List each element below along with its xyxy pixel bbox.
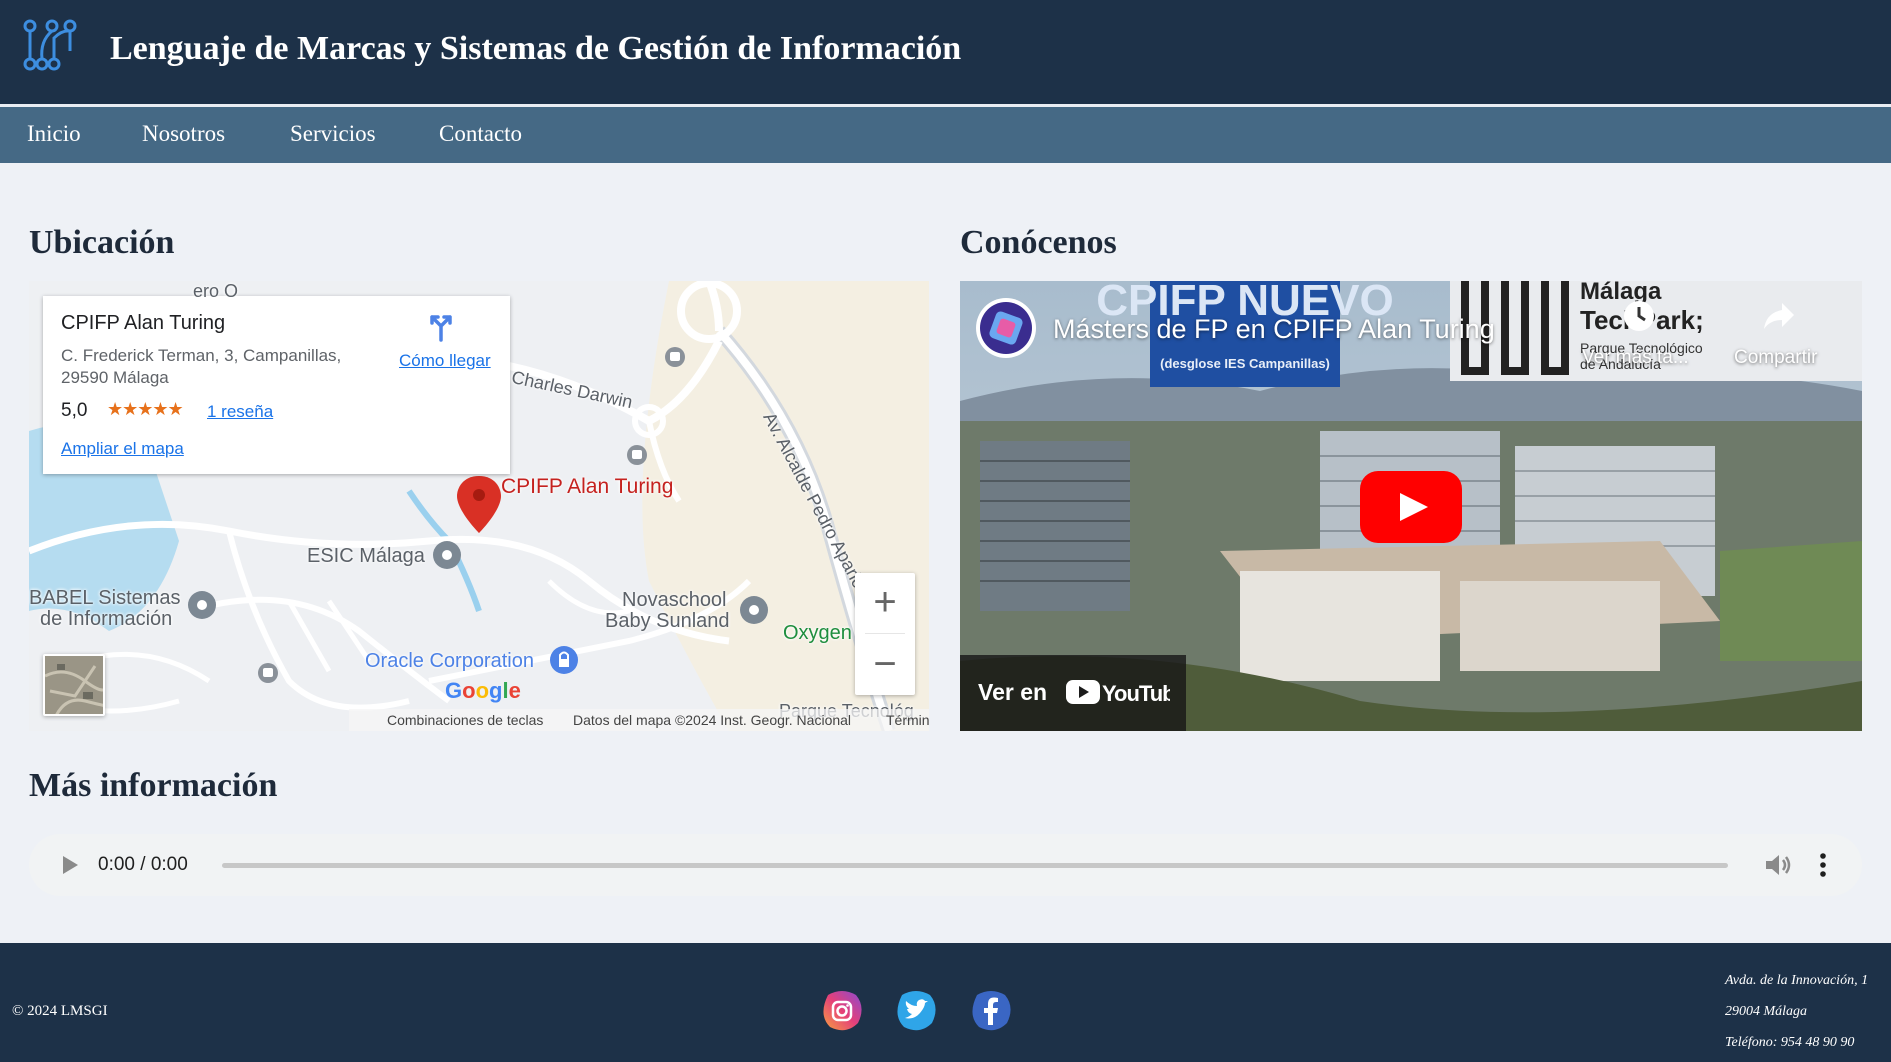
svg-text:(desglose IES Campanillas): (desglose IES Campanillas): [1160, 356, 1330, 371]
audio-player: 0:00 / 0:00: [29, 834, 1862, 896]
audio-progress-bar[interactable]: [222, 863, 1728, 868]
more-info-heading: Más información: [29, 767, 278, 804]
zoom-divider: [865, 633, 905, 634]
youtube-logo-icon: YouTube: [1066, 680, 1170, 706]
watch-on-label: Ver en: [978, 679, 1048, 705]
watch-on-youtube-button[interactable]: Ver en YouTube: [960, 655, 1186, 731]
video-heading: Conócenos: [960, 224, 1117, 261]
site-header: Lenguaje de Marcas y Sistemas de Gestión…: [0, 0, 1891, 104]
map-label-esic: ESIC Málaga: [307, 545, 425, 567]
directions-icon[interactable]: [426, 312, 456, 342]
zoom-controls: + −: [855, 573, 915, 695]
map-label-top: ero O: [193, 281, 239, 301]
address-street: Avda. de la Innovación, 1: [1725, 973, 1869, 988]
play-button[interactable]: [1360, 471, 1462, 543]
channel-logo-icon: [980, 302, 1032, 354]
satellite-toggle[interactable]: [43, 654, 105, 716]
nav-item-servicios[interactable]: Servicios: [290, 121, 376, 147]
enlarge-map-link[interactable]: Ampliar el mapa: [61, 439, 184, 459]
map-data-credit: Datos del mapa ©2024 Inst. Geogr. Nacion…: [573, 712, 852, 728]
rating-stars: ★★★★★: [107, 399, 184, 419]
place-info-card: CPIFP Alan Turing C. Frederick Terman, 3…: [43, 296, 510, 474]
more-options-icon[interactable]: [1818, 852, 1828, 878]
page-title: Lenguaje de Marcas y Sistemas de Gestión…: [110, 30, 962, 67]
molecule-logo-icon: [23, 19, 77, 71]
site-footer: © 2024 LMSGI Avda. de la Innovación, 1 2…: [0, 943, 1891, 1062]
instagram-icon[interactable]: [818, 987, 866, 1035]
share-label[interactable]: Compartir: [1734, 347, 1817, 369]
zoom-out-button[interactable]: −: [855, 635, 915, 695]
google-logo: Google: [445, 678, 521, 703]
volume-icon[interactable]: [1764, 852, 1792, 878]
place-address-line1: C. Frederick Terman, 3, Campanillas,: [61, 346, 342, 365]
map-attribution: Combinaciones de teclas Datos del mapa ©…: [349, 709, 929, 731]
twitter-icon[interactable]: [892, 987, 940, 1035]
channel-avatar[interactable]: [976, 298, 1036, 358]
location-heading: Ubicación: [29, 224, 175, 261]
directions-link[interactable]: Cómo llegar: [399, 351, 491, 371]
audio-play-icon[interactable]: [59, 854, 81, 876]
map-label-oracle: Oracle Corporation: [365, 650, 534, 672]
svg-text:YouTube: YouTube: [1102, 681, 1170, 706]
place-rating: 5,0: [61, 400, 88, 421]
video-title[interactable]: Másters de FP en CPIFP Alan Turing: [1053, 314, 1495, 345]
watch-later-label[interactable]: Ver más ta...: [1582, 347, 1689, 369]
address-city: 29004 Málaga: [1725, 1004, 1808, 1019]
place-address-line2: 29590 Málaga: [61, 368, 169, 387]
zoom-in-button[interactable]: +: [855, 573, 915, 633]
youtube-embed[interactable]: CPIFP NUEVO (desglose IES Campanillas) M…: [960, 281, 1862, 731]
clock-icon[interactable]: [1622, 299, 1656, 333]
satellite-thumbnail-icon: [45, 656, 103, 714]
map-label-novaschool1: Novaschool: [622, 589, 727, 611]
place-name: CPIFP Alan Turing: [61, 312, 226, 334]
copyright-text: © 2024 LMSGI: [12, 1003, 108, 1019]
facebook-icon[interactable]: [967, 987, 1015, 1035]
address-phone: Teléfono: 954 48 90 90: [1725, 1035, 1855, 1050]
reviews-link[interactable]: 1 reseña: [207, 402, 273, 422]
map-label-babel2: de Información: [40, 608, 173, 630]
nav-item-contacto[interactable]: Contacto: [439, 121, 522, 147]
nav-item-nosotros[interactable]: Nosotros: [142, 121, 225, 147]
keyboard-shortcuts-link[interactable]: Combinaciones de teclas: [387, 712, 543, 728]
terms-link[interactable]: Términos: [886, 712, 929, 728]
map-label-oxygen: Oxygen: [783, 622, 852, 644]
nav-item-inicio[interactable]: Inicio: [27, 121, 81, 147]
main-nav: Inicio Nosotros Servicios Contacto: [0, 107, 1891, 163]
map-poi-esic: [433, 541, 461, 569]
embedded-map[interactable]: CPIFP Alan Turing C. Frederick Terman, 3…: [29, 281, 929, 731]
marker-label[interactable]: CPIFP Alan Turing: [501, 475, 673, 499]
audio-time: 0:00 / 0:00: [98, 854, 188, 875]
map-label-novaschool2: Baby Sunland: [605, 610, 730, 632]
map-label-babel1: BABEL Sistemas: [29, 587, 181, 609]
share-icon[interactable]: [1762, 301, 1796, 331]
